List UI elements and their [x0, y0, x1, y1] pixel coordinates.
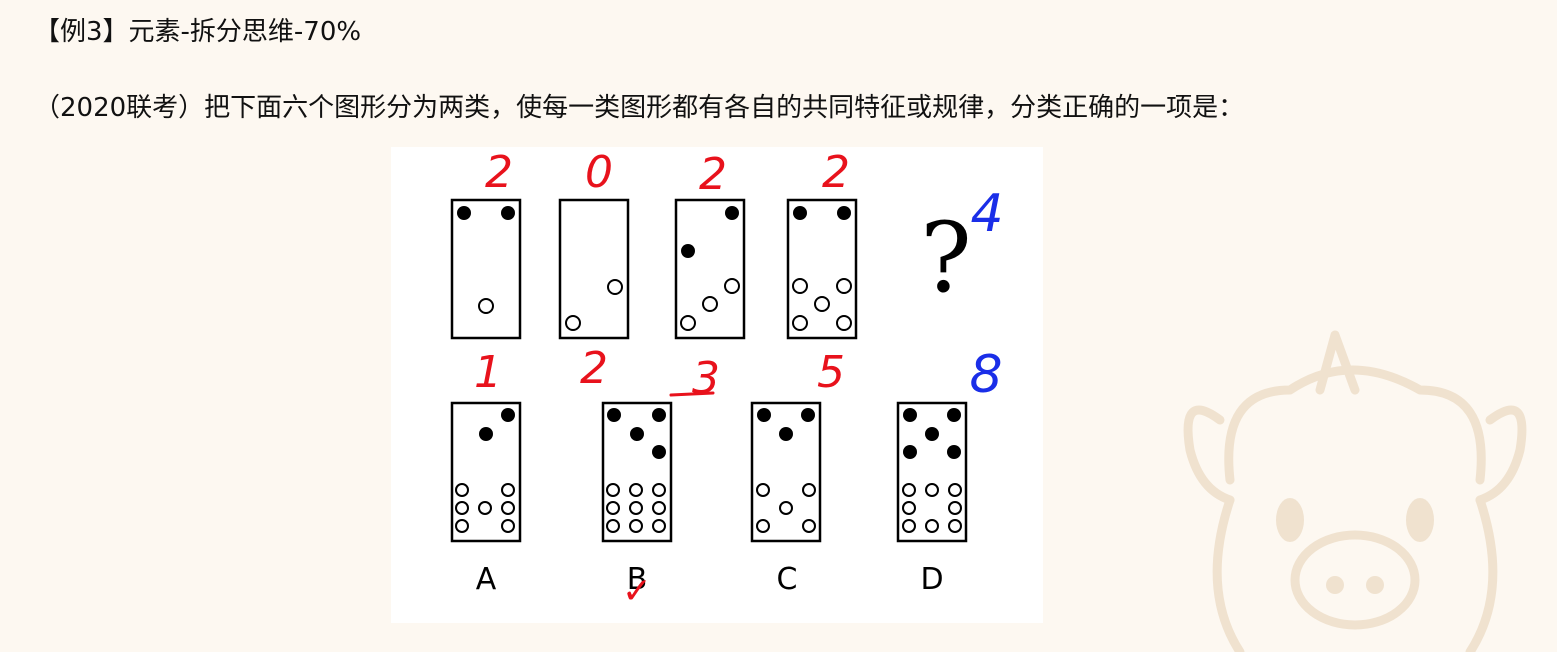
sequence-figure-4 — [786, 198, 858, 340]
handwritten-count-3: 2 — [699, 149, 727, 200]
handwritten-count-question: 4 — [970, 184, 1003, 244]
handwritten-count-c: 3 — [692, 353, 720, 404]
puzzle-figure: ? A B C D 2 0 2 2 1 2 3 5 4 8 ✓ — [391, 147, 1043, 623]
answer-check-icon: ✓ — [622, 571, 652, 612]
option-label-d[interactable]: D — [920, 562, 943, 597]
option-figure-b — [601, 401, 673, 543]
sequence-figure-2 — [558, 198, 630, 340]
handwritten-count-a: 1 — [474, 347, 502, 398]
example-title: 【例3】元素-拆分思维-70% — [34, 17, 362, 47]
handwritten-count-1: 2 — [485, 147, 513, 198]
option-figure-a — [450, 401, 522, 543]
watermark-mascot-icon — [1183, 330, 1527, 652]
handwritten-count-question-bottom: 8 — [969, 345, 1002, 405]
option-figure-d — [896, 401, 968, 543]
handwritten-count-d: 5 — [817, 347, 845, 398]
handwritten-count-2: 0 — [585, 147, 613, 198]
handwritten-count-4: 2 — [822, 147, 850, 198]
sequence-figure-1 — [450, 198, 522, 340]
option-figure-c — [750, 401, 822, 543]
question-mark-glyph: ? — [920, 202, 971, 314]
handwritten-count-b: 2 — [580, 343, 608, 394]
sequence-figure-3 — [674, 198, 746, 340]
option-label-a[interactable]: A — [476, 562, 497, 597]
option-label-c[interactable]: C — [777, 562, 798, 597]
question-text: （2020联考）把下面六个图形分为两类，使每一类图形都有各自的共同特征或规律，分… — [34, 93, 1245, 123]
